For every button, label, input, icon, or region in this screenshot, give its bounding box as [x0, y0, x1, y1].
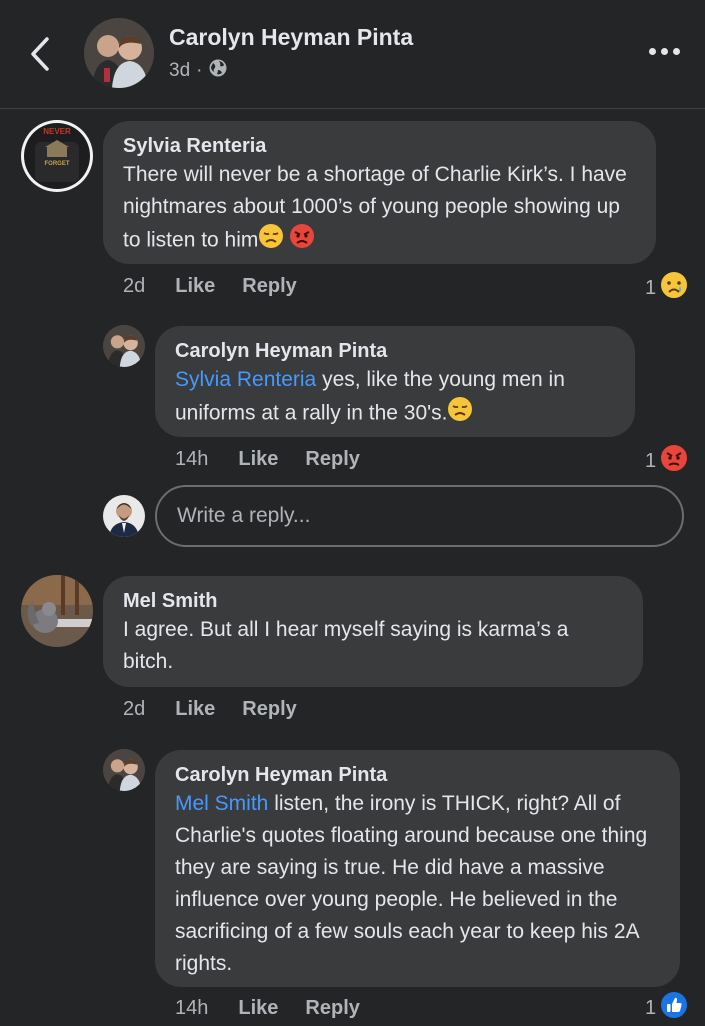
reply-button[interactable]: Reply	[242, 698, 296, 721]
reply-button[interactable]: Reply	[242, 275, 296, 298]
comment-actions: 2d Like Reply	[123, 698, 297, 721]
comment-actions: 2d Like Reply	[123, 275, 297, 298]
reply-button[interactable]: Reply	[305, 448, 359, 471]
comment-time: 2d	[123, 698, 146, 720]
comment-author[interactable]: Carolyn Heyman Pinta	[175, 764, 660, 787]
avatar[interactable]	[21, 575, 93, 647]
comment-time: 14h	[175, 448, 209, 470]
avatar	[103, 495, 145, 537]
angry-emoji-icon	[659, 443, 690, 479]
mention-link[interactable]: Sylvia Renteria	[175, 368, 316, 391]
back-arrow-icon[interactable]	[26, 34, 56, 74]
comment-text-wrap: There will never be a shortage of Charli…	[123, 159, 636, 259]
comment-author[interactable]: Sylvia Renteria	[123, 135, 636, 158]
sad-emoji-icon	[659, 270, 690, 306]
comment-bubble: Mel Smith I agree. But all I hear myself…	[103, 576, 643, 687]
sad-emoji-icon	[258, 223, 284, 259]
reaction-count[interactable]: 1	[645, 270, 690, 306]
like-thumb-icon	[659, 990, 690, 1026]
comment-bubble: Carolyn Heyman Pinta Sylvia Renteria yes…	[155, 326, 635, 437]
globe-icon	[208, 58, 228, 84]
reaction-count[interactable]: 1	[645, 443, 690, 479]
comment-author[interactable]: Mel Smith	[123, 590, 623, 613]
comment-bubble: Sylvia Renteria There will never be a sh…	[103, 121, 656, 264]
post-meta: 3d ·	[169, 58, 228, 84]
avatar[interactable]	[103, 325, 145, 367]
angry-emoji-icon	[289, 223, 315, 259]
comment-time: 2d	[123, 275, 146, 297]
like-button[interactable]: Like	[175, 698, 215, 721]
reply-button[interactable]: Reply	[305, 997, 359, 1020]
avatar-text-forget: FORGET	[45, 161, 70, 167]
comment-time: 14h	[175, 997, 209, 1019]
reaction-count-value: 1	[645, 449, 657, 472]
header-name[interactable]: Carolyn Heyman Pinta	[169, 24, 413, 51]
comment-bubble: Carolyn Heyman Pinta Mel Smith listen, t…	[155, 750, 680, 987]
comment-text: listen, the irony is THICK, right? All o…	[175, 792, 648, 975]
comment-text: I agree. But all I hear myself saying is…	[123, 618, 569, 673]
like-button[interactable]: Like	[175, 275, 215, 298]
reaction-count[interactable]: 1	[645, 990, 690, 1026]
reply-input[interactable]	[155, 485, 684, 547]
avatar-text-never: NEVER	[43, 127, 71, 136]
avatar[interactable]	[103, 749, 145, 791]
mention-link[interactable]: Mel Smith	[175, 792, 268, 815]
avatar[interactable]: NEVER FORGET	[21, 120, 93, 192]
comment-text-wrap: Sylvia Renteria yes, like the young men …	[175, 364, 615, 432]
sad-emoji-icon	[447, 396, 473, 432]
comment-text-wrap: Mel Smith listen, the irony is THICK, ri…	[175, 788, 660, 980]
reaction-count-value: 1	[645, 996, 657, 1019]
comment-actions: 14h Like Reply	[175, 997, 360, 1020]
like-button[interactable]: Like	[238, 997, 278, 1020]
avatar[interactable]	[84, 18, 154, 88]
like-button[interactable]: Like	[238, 448, 278, 471]
more-icon[interactable]	[644, 40, 684, 62]
meta-separator: ·	[196, 60, 203, 81]
post-time: 3d	[169, 60, 191, 81]
reaction-count-value: 1	[645, 276, 657, 299]
comment-text: There will never be a shortage of Charli…	[123, 163, 627, 252]
comment-actions: 14h Like Reply	[175, 448, 360, 471]
comment-author[interactable]: Carolyn Heyman Pinta	[175, 340, 615, 363]
post-header: Carolyn Heyman Pinta 3d ·	[0, 0, 705, 109]
